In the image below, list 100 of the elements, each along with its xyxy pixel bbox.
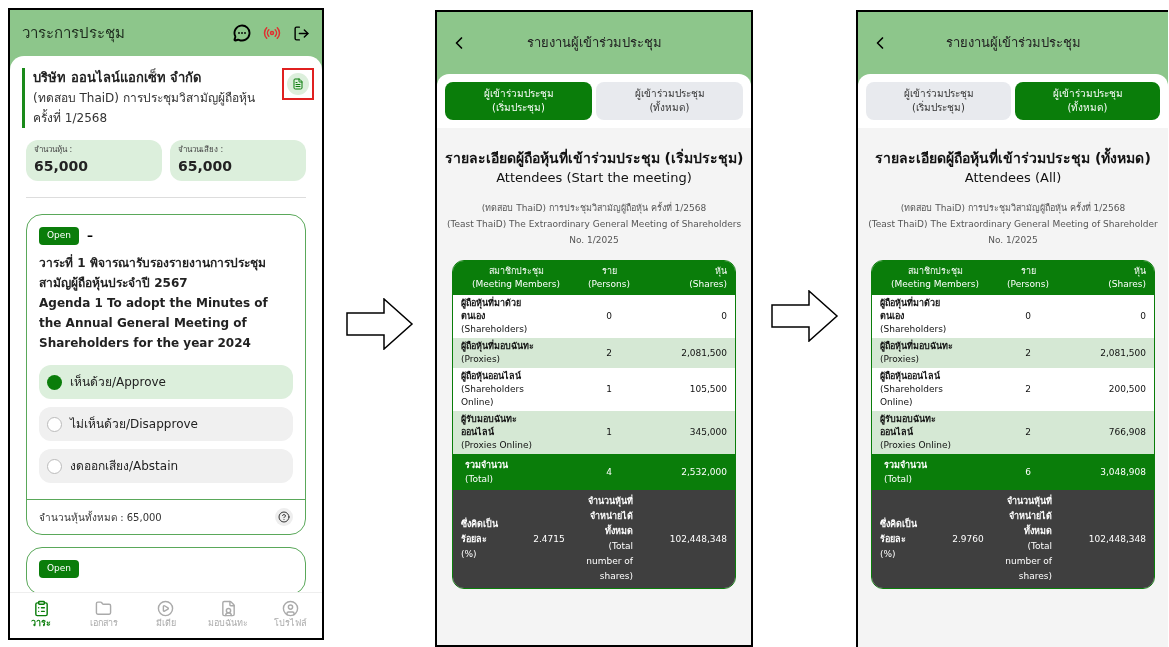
shares-cell-text: 345,000 [688, 426, 727, 439]
total-label-english: (Total) [465, 473, 495, 486]
total-label-english: (Total) [884, 473, 914, 486]
persons-cell-text: 0 [605, 310, 613, 323]
report-heading-english: Attendees (Start the meeting) [496, 169, 692, 187]
total-label: รวมจำนวน [465, 459, 509, 472]
member-type: ผู้ถือหุ้นที่มอบฉันทะ [880, 340, 954, 353]
meeting-name-english: (Teast ThaiD) The Extraordinary General Meeting of Shareholder [868, 218, 1158, 231]
column-header: หุ้น [1133, 265, 1146, 278]
column-header-english: (Meeting Members) [890, 278, 980, 291]
persons-cell-text: 2 [1024, 426, 1032, 439]
total-shares-label-english: (Total number of shares) [1004, 540, 1052, 583]
member-type: ผู้ถือหุ้นที่มาด้วยตนเอง [461, 297, 522, 323]
report-tab[interactable]: ผู้เข้าร่วมประชุม (เริ่มประชุม) [445, 82, 592, 120]
report-tab[interactable]: ผู้เข้าร่วมประชุม (ทั้งหมด) [596, 82, 743, 120]
total-shares: จำนวนหุ้นทั้งหมด : 65,000 [39, 509, 162, 525]
document-icon [292, 78, 304, 90]
screen-title: วาระการประชุม [22, 22, 125, 45]
company-name: บริษัท ออนไลน์แอกเซ็ท จำกัด [33, 68, 203, 87]
persons-cell-text: 6 [1024, 466, 1032, 479]
screen-title: รายงานผู้เข้าร่วมประชุม [525, 34, 663, 53]
total-shares-label: จำนวนหุ้นที่จำหน่ายได้ทั้งหมด [587, 494, 633, 538]
stat-label: จำนวนเสียง : [178, 144, 225, 156]
column-header-english: (Shares) [1107, 278, 1146, 291]
report-tab[interactable]: ผู้เข้าร่วมประชุม (ทั้งหมด) [1015, 82, 1160, 120]
shares-cell-text: 2,081,500 [680, 346, 727, 360]
total-label: รวมจำนวน [884, 459, 928, 472]
meeting-name-english: (Teast ThaiD) The Extraordinary General Meeting of Shareholders [446, 218, 742, 231]
meeting-name: (ทดสอบ ThaiD) การประชุมวิสามัญผู้ถือหุ้น ครั้งที่ 1/2568 [33, 90, 256, 127]
member-type-english: (Shareholders) [880, 323, 948, 336]
percent-label: ซึ่งคิดเป็นร้อยละ [880, 516, 918, 546]
status-badge: Open [39, 227, 80, 245]
persons-cell-text: 2 [1024, 383, 1032, 396]
shares-cell-text: 2,081,500 [1099, 346, 1146, 360]
shares-cell-text: 766,908 [1107, 426, 1146, 439]
agenda-title-english: Agenda 1 To adopt the Minutes of the Annual General Meeting of Shareholders for the year 2024 [39, 295, 269, 352]
play-icon [157, 600, 175, 618]
column-header: หุ้น [714, 265, 727, 278]
folder-icon [95, 600, 113, 618]
member-type: ผู้รับมอบฉันทะออนไลน์ [461, 413, 518, 439]
status-suffix: – [87, 228, 94, 245]
member-type: ผู้ถือหุ้นที่มอบฉันทะ [461, 340, 535, 353]
member-type-english: (Proxies) [880, 353, 921, 366]
persons-cell-text: 2 [1024, 346, 1032, 360]
shares-cell-text: 105,500 [688, 383, 727, 396]
persons-cell-text: 0 [1024, 310, 1032, 323]
percent-label: ซึ่งคิดเป็นร้อยละ [461, 516, 499, 546]
total-shares-label-english: (Total number of shares) [585, 540, 633, 583]
total-shares-value: 102,448,348 [668, 532, 727, 546]
help-button[interactable] [275, 508, 293, 526]
report-tab[interactable]: ผู้เข้าร่วมประชุม (เริ่มประชุม) [866, 82, 1011, 120]
shares-cell-text: 0 [1139, 310, 1146, 323]
column-header: ราย [600, 265, 618, 278]
persons-cell-text: 4 [605, 466, 613, 479]
percent-label-english: (%) [461, 547, 478, 561]
vote-option[interactable]: ไม่เห็นด้วย/Disapprove [39, 407, 293, 441]
stat-label: จำนวนหุ้น : [34, 144, 74, 156]
vote-option[interactable]: งดออกเสียง/Abstain [39, 449, 293, 483]
member-type: ผู้รับมอบฉันทะออนไลน์ [880, 413, 937, 439]
column-header: ราย [1019, 265, 1037, 278]
radio-button[interactable] [47, 458, 62, 474]
member-type-english: (Proxies) [461, 353, 502, 366]
logout-icon[interactable] [293, 24, 310, 42]
status-badge: Open [39, 560, 80, 578]
percent-label-english: (%) [880, 547, 897, 561]
member-type-english: (Proxies Online) [461, 439, 533, 452]
document-user-icon [219, 600, 237, 618]
stat-value: 65,000 [34, 157, 90, 176]
percent-value: 2.4715 [532, 532, 566, 546]
member-type: ผู้ถือหุ้นออนไลน์ [880, 370, 941, 383]
column-header: สมาชิกประชุม [906, 265, 964, 278]
member-type: ผู้ถือหุ้นที่มาด้วยตนเอง [880, 297, 941, 323]
report-heading: รายละเอียดผู้ถือหุ้นที่เข้าร่วมประชุม (ทั้งหมด) [875, 148, 1151, 168]
report-heading-english: Attendees (All) [964, 169, 1062, 187]
column-header-english: (Shares) [688, 278, 727, 291]
screen-title: รายงานผู้เข้าร่วมประชุม [944, 34, 1082, 53]
user-icon [282, 600, 300, 618]
total-shares-value: 102,448,348 [1087, 532, 1146, 546]
shares-cell-text: 2,532,000 [680, 466, 727, 479]
clipboard-icon [32, 600, 50, 618]
persons-cell-text: 1 [605, 383, 613, 396]
column-header-english: (Persons) [1006, 278, 1050, 291]
column-header-english: (Meeting Members) [471, 278, 561, 291]
meeting-number: No. 1/2025 [569, 234, 619, 247]
chat-icon[interactable] [233, 24, 251, 42]
member-type-english: (Shareholders Online) [461, 383, 525, 409]
member-type: ผู้ถือหุ้นออนไลน์ [461, 370, 522, 383]
persons-cell-text: 1 [605, 426, 613, 439]
vote-option[interactable]: เห็นด้วย/Approve [39, 365, 293, 399]
shares-cell-text: 3,048,908 [1099, 466, 1146, 479]
nav-tab[interactable]: วาระ [10, 593, 73, 638]
radio-button[interactable] [47, 416, 62, 432]
shares-cell-text: 0 [720, 310, 727, 323]
help-icon [278, 511, 290, 523]
report-heading: รายละเอียดผู้ถือหุ้นที่เข้าร่วมประชุม (เริ่มประชุม) [444, 148, 744, 168]
radio-button[interactable] [47, 374, 62, 390]
arrow-icon [345, 298, 414, 350]
persons-cell-text: 2 [605, 346, 613, 360]
total-shares-label: จำนวนหุ้นที่จำหน่ายได้ทั้งหมด [1006, 494, 1052, 538]
member-type-english: (Shareholders) [461, 323, 529, 336]
